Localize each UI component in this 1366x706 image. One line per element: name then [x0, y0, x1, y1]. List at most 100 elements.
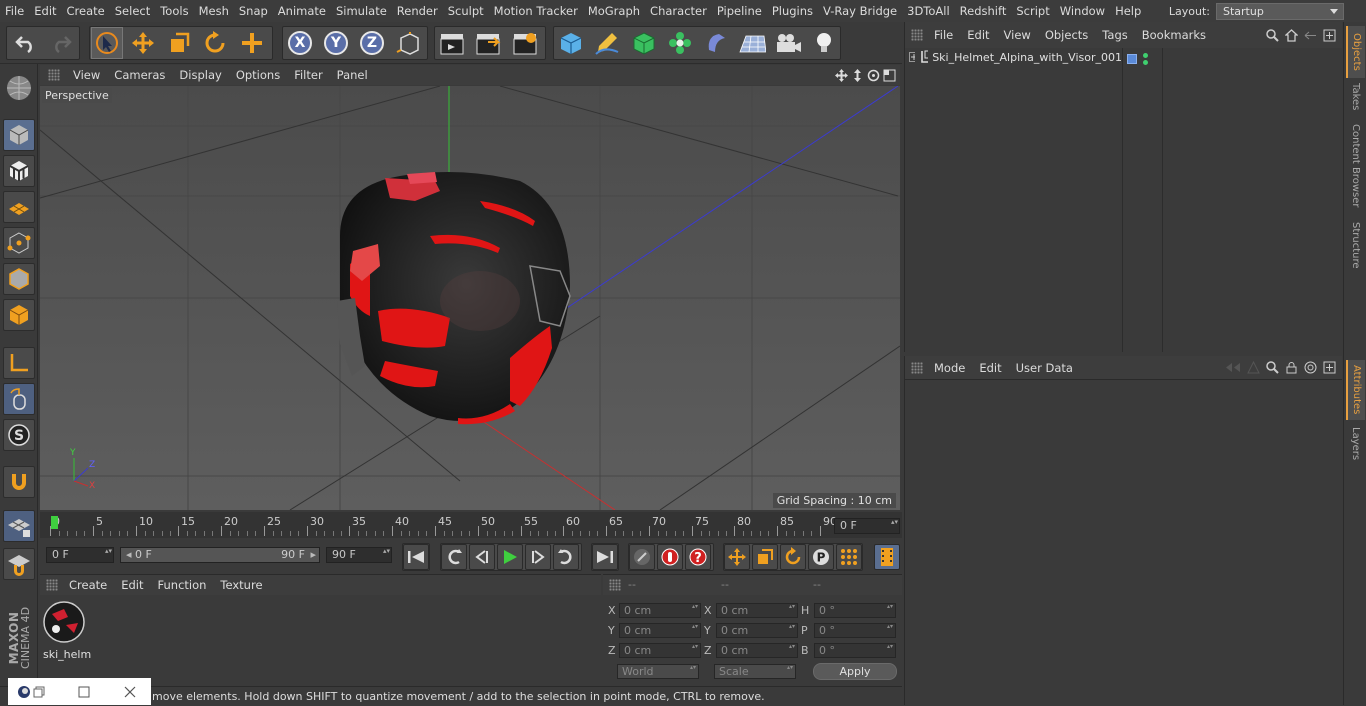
- object-row[interactable]: Ski_Helmet_Alpina_with_Visor_001: [905, 48, 1122, 66]
- menu-mesh[interactable]: Mesh: [194, 0, 234, 22]
- coord-size-field[interactable]: 0 cm: [716, 623, 798, 638]
- frame-range-slider[interactable]: ◂ 0 F 90 F ▸: [120, 547, 320, 563]
- timeline-ruler[interactable]: 051015202530354045505560657075808590 0 F: [40, 512, 902, 538]
- menu-render[interactable]: Render: [392, 0, 443, 22]
- move-button[interactable]: [127, 27, 159, 59]
- workplane-mode-button[interactable]: [3, 191, 35, 223]
- coord-position-field[interactable]: 0 cm: [619, 643, 701, 658]
- material-menu-function[interactable]: Function: [151, 578, 214, 592]
- coord-position-field[interactable]: 0 cm: [619, 623, 701, 638]
- record-button[interactable]: [629, 544, 655, 570]
- transform-button[interactable]: [236, 27, 268, 59]
- menu-mograph[interactable]: MoGraph: [583, 0, 645, 22]
- next-key-button[interactable]: [553, 544, 579, 570]
- viewport-menu-cameras[interactable]: Cameras: [107, 68, 172, 82]
- redo-button[interactable]: [45, 27, 77, 59]
- previous-frame-button[interactable]: [469, 544, 495, 570]
- viewport-menu-display[interactable]: Display: [172, 68, 228, 82]
- search-icon[interactable]: [1266, 28, 1279, 42]
- menu-tools[interactable]: Tools: [155, 0, 193, 22]
- objects-menu-edit[interactable]: Edit: [960, 28, 996, 42]
- objects-menu-tags[interactable]: Tags: [1095, 28, 1134, 42]
- attributes-menu-edit[interactable]: Edit: [972, 361, 1008, 375]
- snap-button[interactable]: [3, 466, 35, 498]
- viewport-menu-options[interactable]: Options: [229, 68, 287, 82]
- play-button[interactable]: [497, 544, 523, 570]
- x-axis-button[interactable]: X: [284, 27, 316, 59]
- deformer-button[interactable]: [700, 27, 732, 59]
- key-parameter-button[interactable]: P: [808, 544, 834, 570]
- enable-snap-grid-button[interactable]: [3, 510, 35, 542]
- attributes-menu-mode[interactable]: Mode: [927, 361, 972, 375]
- cube-button[interactable]: [555, 27, 587, 59]
- go-to-start-button[interactable]: [403, 544, 429, 570]
- menu-pipeline[interactable]: Pipeline: [712, 0, 767, 22]
- close-window-icon[interactable]: [124, 686, 136, 698]
- lock-icon[interactable]: [1285, 361, 1298, 374]
- live-selection-button[interactable]: [91, 27, 123, 59]
- tab-takes[interactable]: Takes: [1346, 80, 1365, 114]
- layout-select[interactable]: Startup: [1216, 2, 1344, 20]
- polygons-mode-button[interactable]: [3, 299, 35, 331]
- cloner-button[interactable]: [664, 27, 696, 59]
- coord-rotation-field[interactable]: 0 °: [814, 623, 896, 638]
- attributes-menu-user-data[interactable]: User Data: [1009, 361, 1080, 375]
- restore-window-icon[interactable]: [33, 686, 45, 698]
- menu-redshift[interactable]: Redshift: [955, 0, 1012, 22]
- z-axis-button[interactable]: Z: [356, 27, 388, 59]
- menu-script[interactable]: Script: [1011, 0, 1054, 22]
- coord-mode-select[interactable]: Scale: [714, 664, 796, 679]
- objects-menu-bookmarks[interactable]: Bookmarks: [1135, 28, 1213, 42]
- back-arrow-icon[interactable]: [1225, 361, 1241, 374]
- menu-sculpt[interactable]: Sculpt: [443, 0, 489, 22]
- axis-mode-button[interactable]: [3, 347, 35, 379]
- viewport-menu-panel[interactable]: Panel: [330, 68, 375, 82]
- render-view-button[interactable]: [436, 27, 468, 59]
- tab-objects[interactable]: Objects: [1346, 26, 1365, 78]
- layer-color-swatch[interactable]: [1127, 54, 1137, 64]
- go-to-end-button[interactable]: [592, 544, 618, 570]
- zoom-arrows-icon[interactable]: [851, 68, 864, 82]
- menu-3dtoall[interactable]: 3DToAll: [902, 0, 955, 22]
- texture-mode-button[interactable]: [3, 155, 35, 187]
- coord-rotation-field[interactable]: 0 °: [814, 603, 896, 618]
- new-window-icon[interactable]: [1323, 29, 1336, 42]
- new-window-icon[interactable]: [1323, 361, 1336, 374]
- key-scale-button[interactable]: [752, 544, 778, 570]
- menu-simulate[interactable]: Simulate: [331, 0, 392, 22]
- perspective-viewport[interactable]: Y Z X Perspective Grid Spacing : 10 cm: [40, 86, 900, 510]
- objects-menu-file[interactable]: File: [927, 28, 960, 42]
- points-mode-button[interactable]: [3, 227, 35, 259]
- end-frame-field[interactable]: 90 F: [326, 547, 392, 563]
- menu-animate[interactable]: Animate: [273, 0, 331, 22]
- home-icon[interactable]: [1285, 28, 1298, 42]
- menu-motion-tracker[interactable]: Motion Tracker: [489, 0, 583, 22]
- model-mode-button[interactable]: [3, 119, 35, 151]
- objects-menu-objects[interactable]: Objects: [1038, 28, 1095, 42]
- make-editable-button[interactable]: [3, 72, 35, 104]
- start-frame-field[interactable]: 0 F: [46, 547, 114, 563]
- up-arrow-icon[interactable]: [1247, 361, 1260, 374]
- target-icon[interactable]: [1304, 361, 1317, 374]
- search-icon[interactable]: [1266, 361, 1279, 374]
- menu-help[interactable]: Help: [1110, 0, 1146, 22]
- y-axis-button[interactable]: Y: [320, 27, 352, 59]
- apply-button[interactable]: Apply: [813, 663, 897, 680]
- menu-character[interactable]: Character: [645, 0, 712, 22]
- subdivision-button[interactable]: [628, 27, 660, 59]
- workplane-snap-button[interactable]: [3, 548, 35, 580]
- coordinate-system-button[interactable]: [393, 27, 425, 59]
- render-settings-button[interactable]: [509, 27, 541, 59]
- edges-mode-button[interactable]: [3, 263, 35, 295]
- material-swatch[interactable]: ski_helm: [42, 599, 91, 661]
- orbit-icon[interactable]: [867, 69, 880, 82]
- maximize-window-icon[interactable]: [78, 686, 90, 698]
- material-menu-create[interactable]: Create: [62, 578, 114, 592]
- timeline-window-button[interactable]: [874, 544, 900, 570]
- coord-size-field[interactable]: 0 cm: [716, 643, 798, 658]
- viewport-menu-view[interactable]: View: [66, 68, 107, 82]
- viewport-menu-filter[interactable]: Filter: [287, 68, 329, 82]
- key-rotation-button[interactable]: [780, 544, 806, 570]
- coord-position-field[interactable]: 0 cm: [619, 603, 701, 618]
- tab-content-browser[interactable]: Content Browser: [1346, 118, 1365, 214]
